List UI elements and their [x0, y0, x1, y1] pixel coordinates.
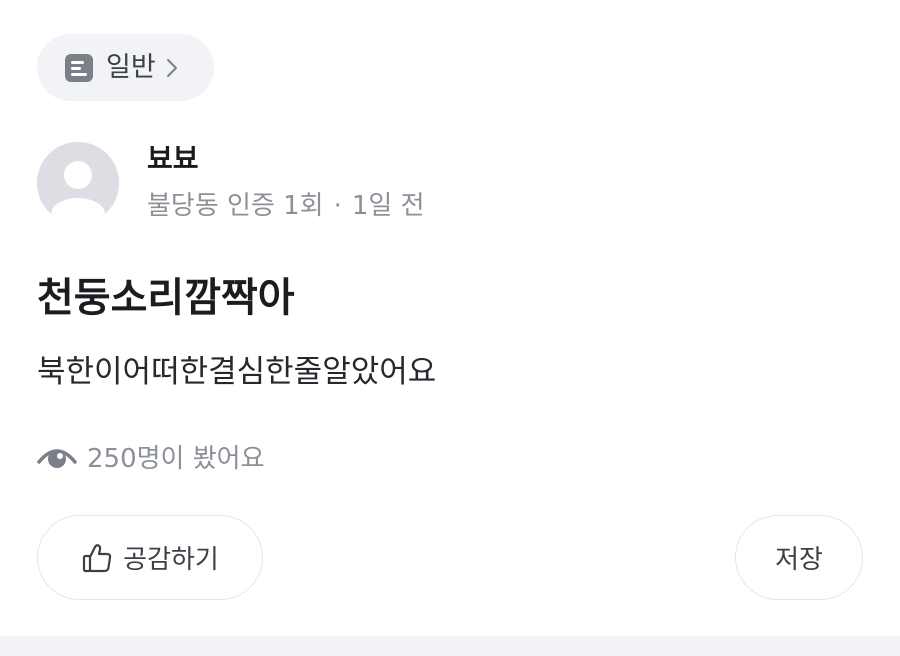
section-divider [0, 636, 900, 656]
author-name[interactable]: 뵤뵤 [147, 140, 199, 178]
eye-icon [37, 442, 77, 470]
author-location: 불당동 인증 1회 [147, 191, 324, 221]
document-icon [65, 53, 93, 82]
post-body: 북한이어떠한결심한줄알았어요 [37, 354, 437, 390]
view-count-text: 250명이 봤어요 [87, 443, 265, 474]
post-title: 천둥소리깜짝아 [37, 275, 295, 321]
view-count: 250명이 봤어요 [37, 436, 265, 476]
default-avatar-icon [37, 142, 119, 224]
like-button[interactable]: 공감하기 [37, 515, 263, 600]
author-avatar[interactable] [37, 142, 119, 224]
save-label: 저장 [775, 545, 823, 575]
thumbs-up-icon [81, 542, 113, 574]
post-time: 1일 전 [351, 191, 425, 221]
meta-separator: · [333, 191, 342, 221]
chevron-right-icon [165, 56, 179, 80]
save-button[interactable]: 저장 [735, 515, 863, 600]
category-chip[interactable]: 일반 [37, 34, 214, 101]
author-meta: 불당동 인증 1회 · 1일 전 [147, 188, 425, 224]
category-label: 일반 [106, 52, 156, 83]
like-label: 공감하기 [123, 545, 219, 575]
